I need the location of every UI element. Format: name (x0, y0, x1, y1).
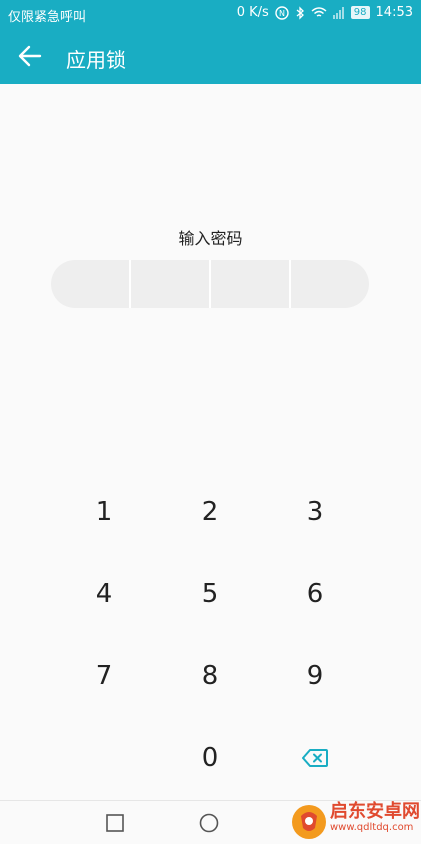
arrow-left-icon (18, 45, 42, 67)
key-8[interactable]: 8 (160, 646, 260, 706)
network-speed: 0 K/s (236, 5, 269, 20)
bluetooth-icon (296, 5, 304, 20)
watermark-url: www.qdltdq.com (330, 822, 414, 833)
key-4[interactable]: 4 (54, 564, 154, 624)
watermark-logo-icon (292, 805, 326, 839)
home-button[interactable] (198, 812, 220, 834)
key-5[interactable]: 5 (160, 564, 260, 624)
clock: 14:53 (375, 5, 413, 20)
pin-digit-2 (131, 260, 211, 308)
app-bar: 应用锁 (0, 28, 421, 84)
password-prompt: 输入密码 (178, 229, 243, 248)
backspace-icon (302, 749, 328, 767)
key-0[interactable]: 0 (160, 728, 260, 788)
square-icon (106, 814, 124, 832)
watermark-name: 启东安卓网 (330, 801, 420, 822)
status-bar: 仅限紧急呼叫 0 K/s N 98 14:53 (0, 0, 421, 28)
key-1[interactable]: 1 (54, 482, 154, 542)
pin-input[interactable] (51, 260, 369, 308)
carrier-text: 仅限紧急呼叫 (8, 10, 87, 25)
key-3[interactable]: 3 (265, 482, 365, 542)
battery-level: 98 (350, 6, 370, 19)
signal-icon (332, 6, 344, 19)
key-9[interactable]: 9 (265, 646, 365, 706)
key-6[interactable]: 6 (265, 564, 365, 624)
delete-button[interactable] (265, 728, 365, 788)
svg-text:N: N (279, 9, 285, 18)
watermark: 启东安卓网 www.qdltdq.com (288, 800, 421, 843)
status-icons: 0 K/s N 98 14:53 (237, 5, 413, 20)
back-button[interactable] (14, 40, 46, 72)
nfc-icon: N (275, 5, 289, 20)
pin-digit-1 (51, 260, 131, 308)
key-7[interactable]: 7 (54, 646, 154, 706)
wifi-icon (311, 6, 327, 17)
watermark-text: 启东安卓网 www.qdltdq.com (330, 802, 420, 834)
pin-digit-3 (211, 260, 291, 308)
pin-digit-4 (291, 260, 369, 308)
key-2[interactable]: 2 (160, 482, 260, 542)
circle-icon (199, 813, 219, 833)
recent-apps-button[interactable] (104, 812, 126, 834)
page-title: 应用锁 (66, 48, 126, 72)
